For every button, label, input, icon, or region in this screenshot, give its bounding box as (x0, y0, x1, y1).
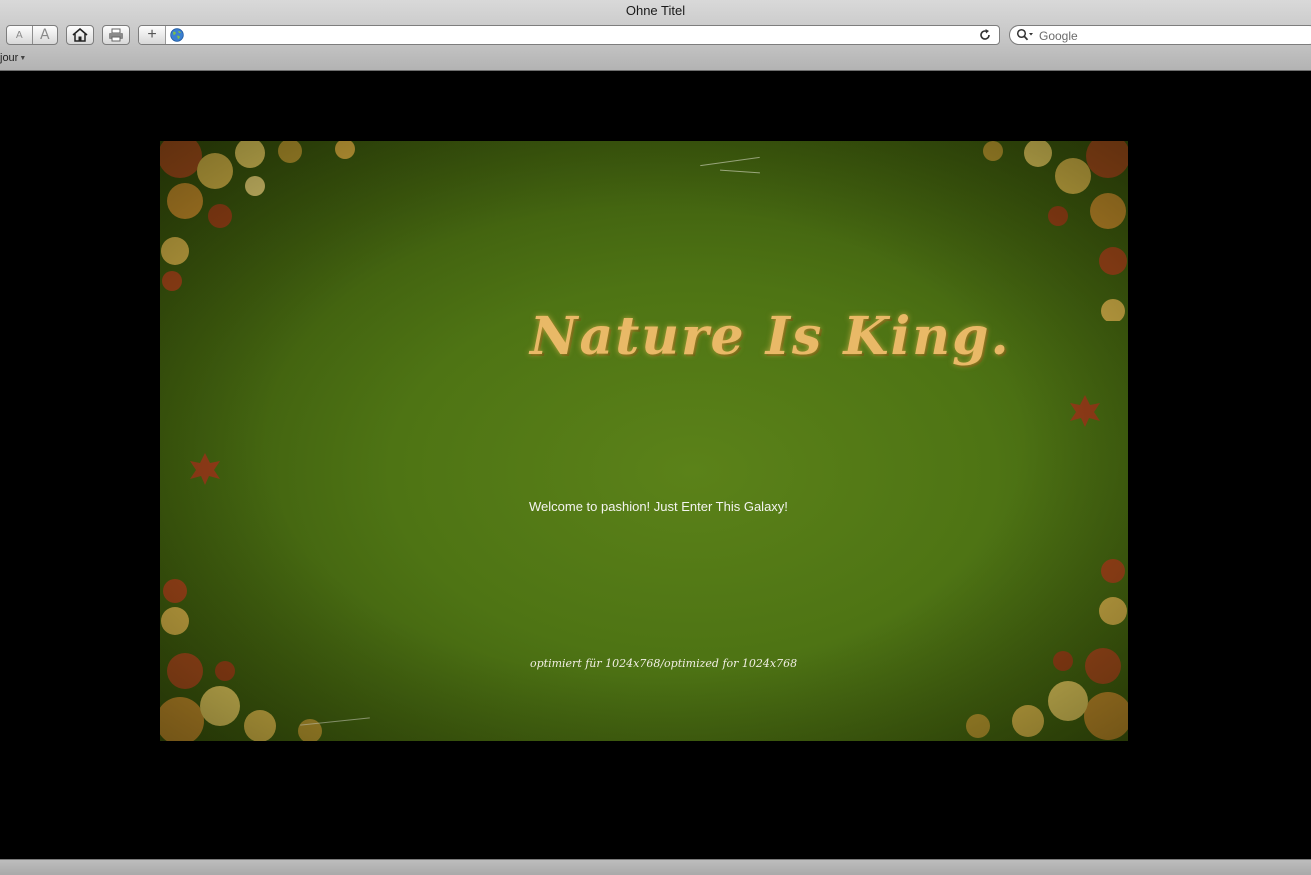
chevron-down-icon: ▼ (19, 54, 27, 62)
enter-link[interactable]: Welcome to pashion! Just Enter This Gala… (529, 499, 788, 514)
reload-icon[interactable] (978, 28, 992, 42)
search-field (1009, 25, 1311, 46)
leaf-ornament-top-left-icon (160, 141, 355, 291)
text-larger-button[interactable]: A (33, 26, 58, 44)
search-icon[interactable] (1016, 28, 1034, 42)
print-icon (109, 28, 123, 42)
splash-banner: Nature Is King. Welcome to pashion! Just… (160, 141, 1128, 741)
browser-toolbar: Ohne Titel A A + Google jour ▼ (0, 0, 1311, 71)
leaf-ornament-top-right-icon (983, 141, 1128, 321)
text-size-buttons: A A (6, 25, 58, 45)
resolution-note: optimiert für 1024x768/optimized for 102… (530, 657, 798, 670)
status-bar (0, 859, 1311, 875)
bookmark-label: jour (0, 52, 19, 64)
url-input[interactable] (189, 26, 973, 44)
home-icon (72, 28, 88, 42)
texture-scratch (700, 156, 760, 167)
address-bar: + (138, 25, 1000, 45)
red-leaf-icon (190, 453, 220, 485)
bookmark-item-jour[interactable]: jour ▼ (0, 52, 26, 64)
add-bookmark-button[interactable]: + (139, 26, 166, 44)
search-input[interactable] (1037, 26, 1311, 46)
page-viewport: Nature Is King. Welcome to pashion! Just… (0, 71, 1311, 859)
globe-icon (170, 28, 184, 42)
texture-scratch (720, 169, 760, 174)
leaf-ornament-bottom-right-icon (966, 559, 1128, 740)
window-title: Ohne Titel (625, 3, 686, 18)
home-button[interactable] (66, 25, 94, 45)
leaf-ornament-bottom-left-icon (160, 579, 322, 741)
red-leaf-icon (1070, 395, 1100, 427)
print-button[interactable] (102, 25, 130, 45)
page-title: Nature Is King. (530, 306, 1011, 367)
text-smaller-button[interactable]: A (7, 26, 32, 44)
